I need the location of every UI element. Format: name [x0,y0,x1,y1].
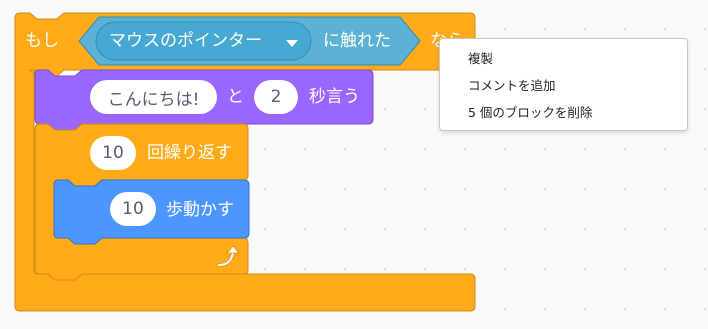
move-steps-input[interactable]: 10 [110,192,156,226]
repeat-count-input[interactable]: 10 [90,136,136,170]
move-label: 歩動かす [166,200,234,220]
menu-item-add-comment[interactable]: コメントを追加 [440,72,687,99]
say-and-label: と [227,87,244,107]
if-label: もし [25,31,59,51]
touching-menu-value[interactable]: マウスのポインター [109,31,262,51]
repeat-label: 回繰り返す [147,143,232,163]
context-menu: 複製 コメントを追加 5 個のブロックを削除 [439,38,688,131]
say-message-input[interactable]: こんにちは! [90,80,217,114]
touching-label: に触れた [323,31,391,51]
say-suffix-label: 秒言う [309,87,360,107]
scripts-workspace[interactable]: もし なら マウスのポインター に触れた こんにちは! と 2 秒言う 10 回… [0,0,708,329]
menu-item-duplicate[interactable]: 複製 [440,45,687,72]
menu-item-delete-blocks[interactable]: 5 個のブロックを削除 [440,99,687,126]
say-seconds-input[interactable]: 2 [254,80,298,114]
